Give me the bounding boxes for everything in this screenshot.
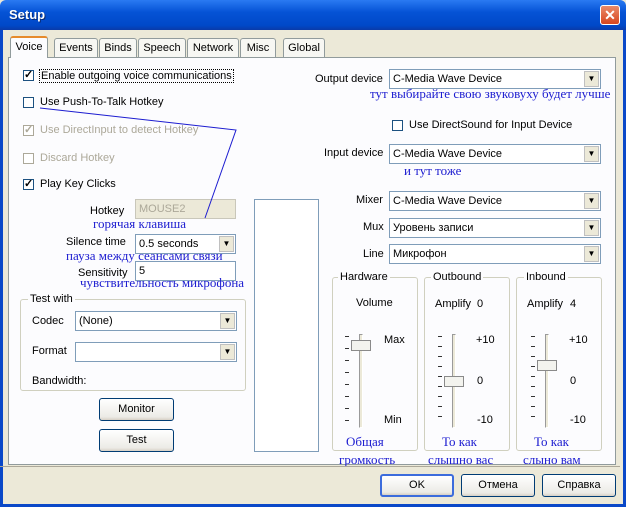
cancel-button[interactable]: Отмена xyxy=(461,474,535,497)
annotation-lines xyxy=(39,107,237,219)
annotation-line-hotkey xyxy=(39,107,237,219)
footer-separator xyxy=(0,466,620,467)
tab-voice[interactable]: Voice xyxy=(10,36,48,58)
ok-button[interactable]: OK xyxy=(380,474,454,497)
help-button[interactable]: Справка xyxy=(542,474,616,497)
